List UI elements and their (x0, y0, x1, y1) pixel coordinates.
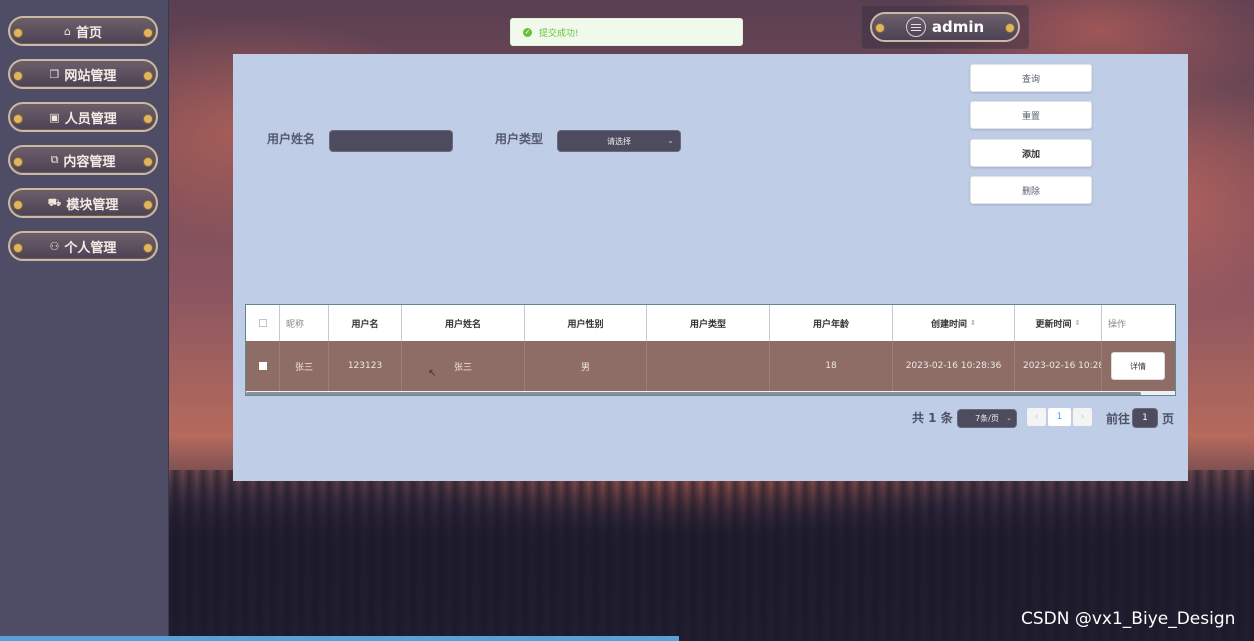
copy-icon: ⧉ (50, 153, 59, 166)
chevron-down-icon: ⌄ (1006, 414, 1012, 422)
reset-button[interactable]: 重置 (970, 101, 1092, 129)
type-label: 用户类型 (495, 132, 544, 146)
col-nickname: 昵称 (280, 305, 329, 341)
sort-icon: ⇕ (1074, 319, 1081, 327)
home-icon: ⌂ (64, 24, 71, 38)
watermark-text: CSDN @vx1_Biye_Design (1021, 609, 1236, 629)
add-button[interactable]: 添加 (970, 139, 1092, 167)
next-page-button[interactable]: › (1073, 408, 1092, 426)
chevron-left-icon: ‹ (1034, 412, 1039, 422)
query-button[interactable]: 查询 (970, 64, 1092, 92)
col-updated-label: 更新时间 (1035, 319, 1072, 330)
sidebar-item-label: 网站管理 (64, 68, 117, 84)
user-header: admin (861, 5, 1029, 49)
col-action: 操作 (1108, 319, 1127, 330)
sidebar-item-personnel[interactable]: ▣ 人员管理 (8, 102, 158, 132)
prev-page-button[interactable]: ‹ (1027, 408, 1046, 426)
chevron-down-icon: ⌄ (667, 136, 674, 145)
user-table: 昵称 用户名 用户姓名 用户性别 用户类型 用户年龄 创建时间 ⇕ 更新时间 ⇕… (245, 304, 1176, 396)
sidebar-item-label: 人员管理 (64, 111, 117, 127)
sidebar-item-label: 个人管理 (64, 240, 117, 256)
cart-icon: ⛟ (47, 195, 62, 209)
success-check-icon: ✓ (523, 27, 532, 37)
name-label: 用户姓名 (267, 132, 316, 146)
admin-username: admin (931, 18, 985, 36)
delete-button[interactable]: 删除 (970, 176, 1092, 204)
cell-usertype (647, 341, 770, 391)
type-select-placeholder: 请选择 (607, 136, 631, 146)
cell-updated: 2023-02-16 10:28 (1015, 341, 1102, 391)
col-updated[interactable]: 更新时间 ⇕ (1015, 305, 1102, 341)
sidebar-item-label: 内容管理 (63, 154, 116, 170)
col-gender: 用户性别 (525, 305, 647, 341)
cell-age: 18 (770, 341, 893, 391)
col-realname: 用户姓名 (402, 305, 525, 341)
cell-username: 123123 (329, 341, 402, 391)
table-header: 昵称 用户名 用户姓名 用户性别 用户类型 用户年龄 创建时间 ⇕ 更新时间 ⇕… (246, 305, 1175, 341)
detail-button[interactable]: 详情 (1111, 352, 1165, 380)
row-checkbox[interactable] (258, 362, 267, 370)
page-size-select[interactable]: 7条/页 ⌄ (957, 409, 1017, 428)
cell-gender: 男 (525, 341, 647, 391)
cell-realname: 张三 (402, 341, 525, 391)
cell-nickname: 张三 (280, 341, 329, 391)
pagination-total: 共 1 条 (912, 411, 953, 425)
table-row[interactable]: 张三 123123 张三 男 18 2023-02-16 10:28:36 20… (246, 341, 1175, 391)
cell-action: 详情 (1102, 341, 1175, 391)
sidebar-item-home[interactable]: ⌂ 首页 (8, 16, 158, 46)
sidebar-item-module[interactable]: ⛟ 模块管理 (8, 188, 158, 218)
people-icon: ⚇ (49, 239, 60, 253)
col-usertype: 用户类型 (647, 305, 770, 341)
col-username: 用户名 (329, 305, 402, 341)
select-all-cell (246, 305, 280, 341)
admin-dropdown[interactable]: admin (870, 12, 1020, 42)
select-all-checkbox[interactable] (258, 319, 267, 327)
sidebar-item-label: 模块管理 (66, 197, 119, 213)
sidebar-item-content[interactable]: ⧉ 内容管理 (8, 145, 158, 175)
type-select[interactable]: 请选择 ⌄ (557, 130, 681, 152)
col-age: 用户年龄 (770, 305, 893, 341)
window-icon: ❐ (49, 67, 60, 81)
toast-message: 提交成功! (539, 28, 579, 39)
row-select-cell (246, 341, 280, 391)
page-suffix-label: 页 (1162, 412, 1175, 426)
scrollbar-thumb[interactable] (246, 392, 1141, 395)
menu-icon (905, 17, 926, 37)
col-created[interactable]: 创建时间 ⇕ (893, 305, 1015, 341)
goto-label: 前往 (1106, 412, 1131, 426)
chevron-right-icon: › (1080, 412, 1085, 422)
user-card-icon: ▣ (49, 110, 60, 124)
page-number-current[interactable]: 1 (1048, 408, 1071, 426)
progress-bar (0, 636, 679, 641)
success-toast: ✓ 提交成功! (510, 18, 743, 46)
cell-created: 2023-02-16 10:28:36 (893, 341, 1015, 391)
sidebar: ⌂ 首页 ❐ 网站管理 ▣ 人员管理 ⧉ 内容管理 ⛟ 模块管理 ⚇ 个人管理 (0, 0, 169, 641)
sidebar-item-personal[interactable]: ⚇ 个人管理 (8, 231, 158, 261)
page-size-value: 7条/页 (975, 414, 999, 423)
sort-icon: ⇕ (970, 319, 976, 327)
mouse-cursor-icon: ↖ (428, 368, 437, 379)
col-created-label: 创建时间 (931, 319, 968, 330)
sidebar-item-website[interactable]: ❐ 网站管理 (8, 59, 158, 89)
sidebar-item-label: 首页 (75, 25, 102, 41)
table-scrollbar[interactable] (246, 391, 1175, 395)
goto-page-input[interactable]: 1 (1132, 408, 1158, 428)
name-input[interactable] (329, 130, 453, 152)
